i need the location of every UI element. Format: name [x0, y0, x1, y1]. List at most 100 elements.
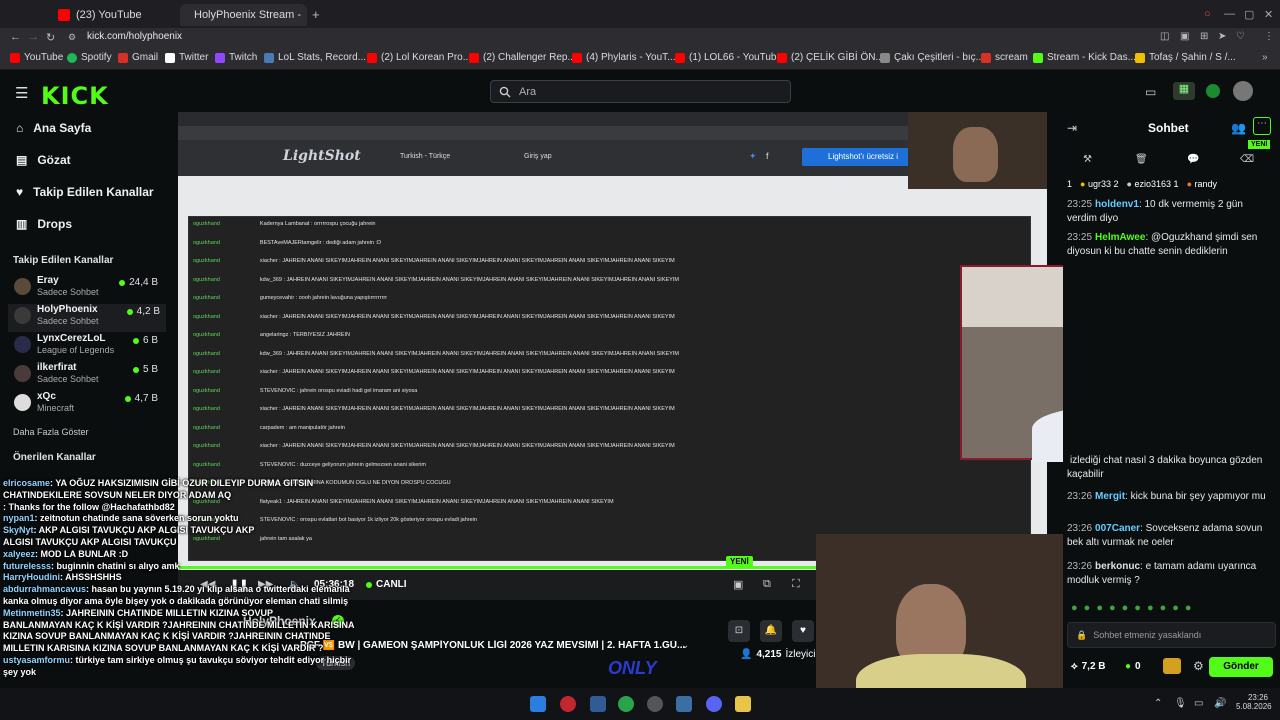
opera-gx-icon[interactable] — [560, 696, 576, 712]
send-icon[interactable]: ➤ — [1218, 31, 1226, 42]
chat-username[interactable]: berkonuc — [1095, 561, 1140, 572]
chat-username[interactable]: Mergit — [1095, 491, 1125, 502]
bookmark-item[interactable]: Gmail — [118, 52, 158, 63]
clock[interactable]: 23:26 5.08.2026 — [1236, 693, 1272, 711]
screenshot-icon[interactable]: ▣ — [1180, 31, 1189, 42]
bookmark-item[interactable]: (2) ÇELİK GİBİ ÖN... — [777, 52, 884, 63]
microphone-icon[interactable]: 🎙 — [1174, 698, 1187, 709]
kick-logo[interactable]: KICK — [41, 82, 109, 110]
followed-channel[interactable]: Eray Sadece Sohbet 24,4 B — [14, 275, 164, 303]
bookmark-item[interactable]: (1) LOL66 - YouTube — [675, 52, 782, 63]
browser-tab-youtube[interactable]: (23) YouTube — [50, 4, 178, 26]
search-input[interactable]: Ara — [490, 80, 791, 103]
send-button[interactable]: Gönder — [1209, 657, 1273, 677]
bookmark-item[interactable]: LoL Stats, Record... — [264, 52, 366, 63]
bookmark-item[interactable]: Stream - Kick Das... — [1033, 52, 1136, 63]
bookmark-item[interactable]: Twitter — [165, 52, 208, 63]
close-icon[interactable]: ✕ — [1264, 8, 1273, 21]
followed-channel[interactable]: LynxCerezLoL League of Legends 6 B — [14, 333, 164, 361]
clip-icon[interactable]: ▣ — [733, 578, 743, 591]
app-icon[interactable] — [676, 696, 692, 712]
app-icon[interactable] — [735, 696, 751, 712]
app-icon[interactable] — [590, 696, 606, 712]
emote-icon[interactable]: ● — [1172, 602, 1179, 616]
emote-icon[interactable]: ● — [1134, 602, 1141, 616]
site-info-icon[interactable]: ⚙ — [68, 32, 76, 43]
follow-heart-icon[interactable]: ♥ — [792, 620, 814, 642]
windows-start-icon[interactable] — [530, 696, 546, 712]
favorite-icon[interactable]: ♡ — [1236, 31, 1245, 42]
leaderboard-entry[interactable]: ● randy — [1187, 179, 1217, 189]
chevron-down-icon[interactable]: ⌄ — [681, 640, 689, 651]
emote-icon[interactable]: ● — [1147, 602, 1154, 616]
bookmark-item[interactable]: (4) Phylaris - YouT... — [572, 52, 675, 63]
reload-icon[interactable]: ↻ — [46, 31, 55, 44]
nav-home[interactable]: ⌂ Ana Sayfa — [16, 121, 91, 135]
emote-icon[interactable]: ● — [1185, 602, 1192, 616]
emote-icon[interactable]: ● — [1122, 602, 1129, 616]
channel-points[interactable]: ⟡ 7,2 B — [1071, 661, 1106, 672]
pin-icon[interactable]: ⌫ — [1240, 154, 1254, 165]
kick-coins-icon[interactable] — [1206, 84, 1220, 98]
forward-icon[interactable]: → — [28, 31, 39, 43]
emote-icon[interactable]: ● — [1084, 602, 1091, 616]
pip-icon[interactable]: ⧉ — [763, 578, 771, 591]
followed-channel-active[interactable]: HolyPhoenix Sadece Sohbet 4,2 B — [8, 304, 166, 332]
more-bookmarks-icon[interactable]: » — [1262, 52, 1268, 63]
nav-drops[interactable]: ▥ Drops — [16, 217, 72, 231]
bookmark-item[interactable]: (2) Lol Korean Pro... — [367, 52, 471, 63]
collapse-chat-icon[interactable]: ⇥ — [1067, 121, 1077, 135]
bookmark-item[interactable]: Spotify — [67, 52, 112, 63]
back-icon[interactable]: ← — [10, 31, 21, 43]
obs-icon[interactable] — [647, 696, 663, 712]
followed-channel[interactable]: xQc Minecraft 4,7 B — [14, 391, 164, 419]
chat-input[interactable]: 🔒 Sohbet etmeniz yasaklandı — [1067, 622, 1276, 648]
bookmark-item[interactable]: (2) Challenger Rep... — [469, 52, 576, 63]
chat-bubble-icon[interactable]: 💬 — [1187, 154, 1199, 165]
extension-icon[interactable]: ◫ — [1160, 31, 1169, 42]
bookmark-item[interactable]: Çakı Çeşitleri - bıç... — [880, 52, 984, 63]
chat-username[interactable]: HelmAwee — [1095, 232, 1145, 243]
network-icon[interactable]: ▭ — [1194, 698, 1203, 709]
kick-coins[interactable]: ● 0 — [1125, 661, 1141, 672]
bookmark-item[interactable]: Tofaş / Şahin / S /... — [1135, 52, 1236, 63]
discord-icon[interactable] — [706, 696, 722, 712]
settings-gear-icon[interactable]: ⚙ — [1193, 659, 1204, 673]
minimize-icon[interactable]: — — [1224, 8, 1235, 20]
nav-following[interactable]: ♥ Takip Edilen Kanallar — [16, 185, 154, 199]
browser-tab-kick[interactable]: HolyPhoenix Stream - — [180, 4, 307, 26]
users-icon[interactable]: 👥 — [1231, 121, 1246, 135]
emote-icon[interactable]: ● — [1096, 602, 1103, 616]
show-more-link[interactable]: Daha Fazla Göster — [13, 427, 89, 437]
more-icon[interactable]: ⋯ — [1253, 117, 1271, 135]
translate-icon[interactable]: ⊞ — [1200, 31, 1208, 42]
user-avatar[interactable] — [1233, 81, 1253, 101]
bookmark-item[interactable]: YouTube — [10, 52, 63, 63]
followed-channel[interactable]: ilkerfirat Sadece Sohbet 5 B — [14, 362, 164, 390]
new-tab-icon[interactable]: + — [312, 7, 320, 22]
chat-username[interactable]: holdenv1 — [1095, 199, 1139, 210]
rewards-icon[interactable]: ▦ — [1173, 82, 1195, 100]
emote-icon[interactable]: ● — [1109, 602, 1116, 616]
leaderboard-entry[interactable]: ● ezio3163 1 — [1127, 179, 1179, 189]
maximize-icon[interactable]: ▢ — [1244, 8, 1254, 21]
bell-icon[interactable]: 🔔 — [760, 620, 782, 642]
leaderboard-entry[interactable]: ● ugr33 2 — [1080, 179, 1119, 189]
share-icon[interactable]: ⊡ — [728, 620, 750, 642]
bookmark-item[interactable]: Twitch — [215, 52, 257, 63]
live-indicator[interactable]: CANLI — [366, 579, 407, 590]
emote-icon[interactable]: ● — [1071, 602, 1078, 616]
hamburger-menu-icon[interactable]: ☰ — [15, 84, 28, 102]
bookmark-item[interactable]: scream — [981, 52, 1028, 63]
trash-icon[interactable]: 🗑 — [1135, 154, 1148, 165]
theater-icon[interactable]: ▭ — [1145, 85, 1156, 99]
menu-icon[interactable]: ⋮ — [1264, 31, 1274, 42]
gift-icon[interactable] — [1163, 658, 1181, 674]
chat-username[interactable]: 007Caner — [1095, 523, 1140, 534]
search-tabs-icon[interactable]: ○ — [1204, 8, 1211, 20]
nav-browse[interactable]: ▤ Gözat — [16, 153, 71, 167]
emote-icon[interactable]: ● — [1160, 602, 1167, 616]
tray-chevron-icon[interactable]: ⌃ — [1154, 698, 1162, 709]
fullscreen-icon[interactable]: ⛶ — [792, 578, 800, 591]
url-field[interactable]: kick.com/holyphoenix — [87, 31, 182, 42]
